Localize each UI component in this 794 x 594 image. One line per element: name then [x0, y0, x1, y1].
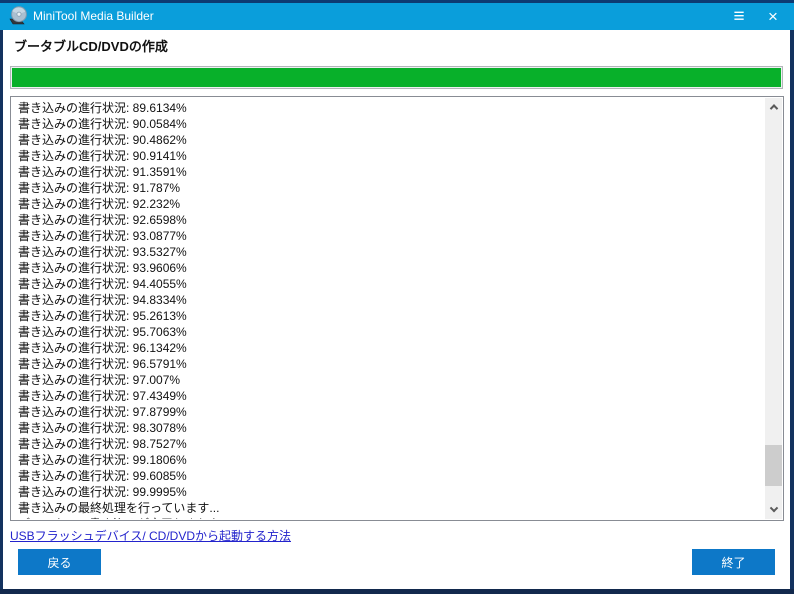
log-line: 書き込みの進行状況: 97.8799% [18, 405, 187, 419]
log-line: 書き込みの進行状況: 99.9995% [18, 485, 187, 499]
window-border-left [0, 30, 3, 594]
log-line: 書き込みの進行状況: 96.1342% [18, 341, 187, 355]
disc-icon [8, 6, 28, 26]
log-line: 書き込みの進行状況: 99.6085% [18, 469, 187, 483]
log-line: 書き込みの進行状況: 90.0584% [18, 117, 187, 131]
scroll-down-icon[interactable] [765, 502, 782, 519]
log-line: 書き込みの進行状況: 95.2613% [18, 309, 187, 323]
log-line: 書き込みの進行状況: 89.6134% [18, 101, 187, 115]
log-line: 書き込みの進行状況: 97.007% [18, 373, 181, 387]
log-line: 書き込みの進行状況: 93.9606% [18, 261, 187, 275]
log-line: 書き込みの進行状況: 97.4349% [18, 389, 187, 403]
log-line: 書き込みの進行状況: 91.3591% [18, 165, 187, 179]
window-border-right [790, 30, 794, 594]
window-title: MiniTool Media Builder [33, 9, 154, 23]
page-title: ブータブルCD/DVDの作成 [14, 39, 168, 54]
log-line: 書き込みの進行状況: 98.7527% [18, 437, 187, 451]
log-line: 書き込みの進行状況: 90.9141% [18, 149, 187, 163]
log-line: 書き込みの進行状況: 93.5327% [18, 245, 187, 259]
log-line: 書き込みの進行状況: 99.1806% [18, 453, 187, 467]
log-line: 書き込みの進行状況: 98.3078% [18, 421, 187, 435]
log-line: 書き込みの進行状況: 96.5791% [18, 357, 187, 371]
titlebar[interactable]: MiniTool Media Builder ≡ × [0, 3, 794, 30]
boot-howto-link[interactable]: USBフラッシュデバイス/ CD/DVDから起動する方法 [10, 527, 291, 544]
log-box: 書き込みの進行状況: 89.6134% 書き込みの進行状況: 90.0584% 書き… [10, 96, 784, 521]
log-line: 書き込みの進行状況: 94.8334% [18, 293, 187, 307]
log-line: 書き込みの進行状況: 90.4862% [18, 133, 187, 147]
log-line: 書き込みの進行状況: 95.7063% [18, 325, 187, 339]
log-list: 書き込みの進行状況: 89.6134% 書き込みの進行状況: 90.0584% 書き… [12, 98, 765, 519]
log-line: 書き込みの進行状況: 91.787% [18, 181, 181, 195]
scroll-up-icon[interactable] [765, 98, 782, 115]
log-line: 書き込みの最終処理を行っています... [18, 501, 220, 515]
log-line: 書き込みの進行状況: 92.6598% [18, 213, 187, 227]
menu-icon[interactable]: ≡ [722, 3, 756, 30]
window-border-top [0, 0, 794, 3]
log-line: 書き込みの進行状況: 94.4055% [18, 277, 187, 291]
log-line: 書き込みの進行状況: 93.0877% [18, 229, 187, 243]
close-icon[interactable]: × [756, 3, 790, 30]
window-border-bottom [0, 589, 794, 594]
back-button[interactable]: 戻る [18, 549, 101, 575]
scrollbar[interactable] [765, 98, 782, 519]
log-line: ディスクへの書き込みが完了しました [18, 516, 765, 519]
progress-bar-fill [12, 68, 781, 87]
log-line: 書き込みの進行状況: 92.232% [18, 197, 181, 211]
finish-button[interactable]: 終了 [692, 549, 775, 575]
scrollbar-thumb[interactable] [765, 445, 782, 486]
minitool-media-builder-window: MiniTool Media Builder ≡ × ブータブルCD/DVDの作… [0, 0, 794, 594]
progress-bar [10, 66, 783, 89]
